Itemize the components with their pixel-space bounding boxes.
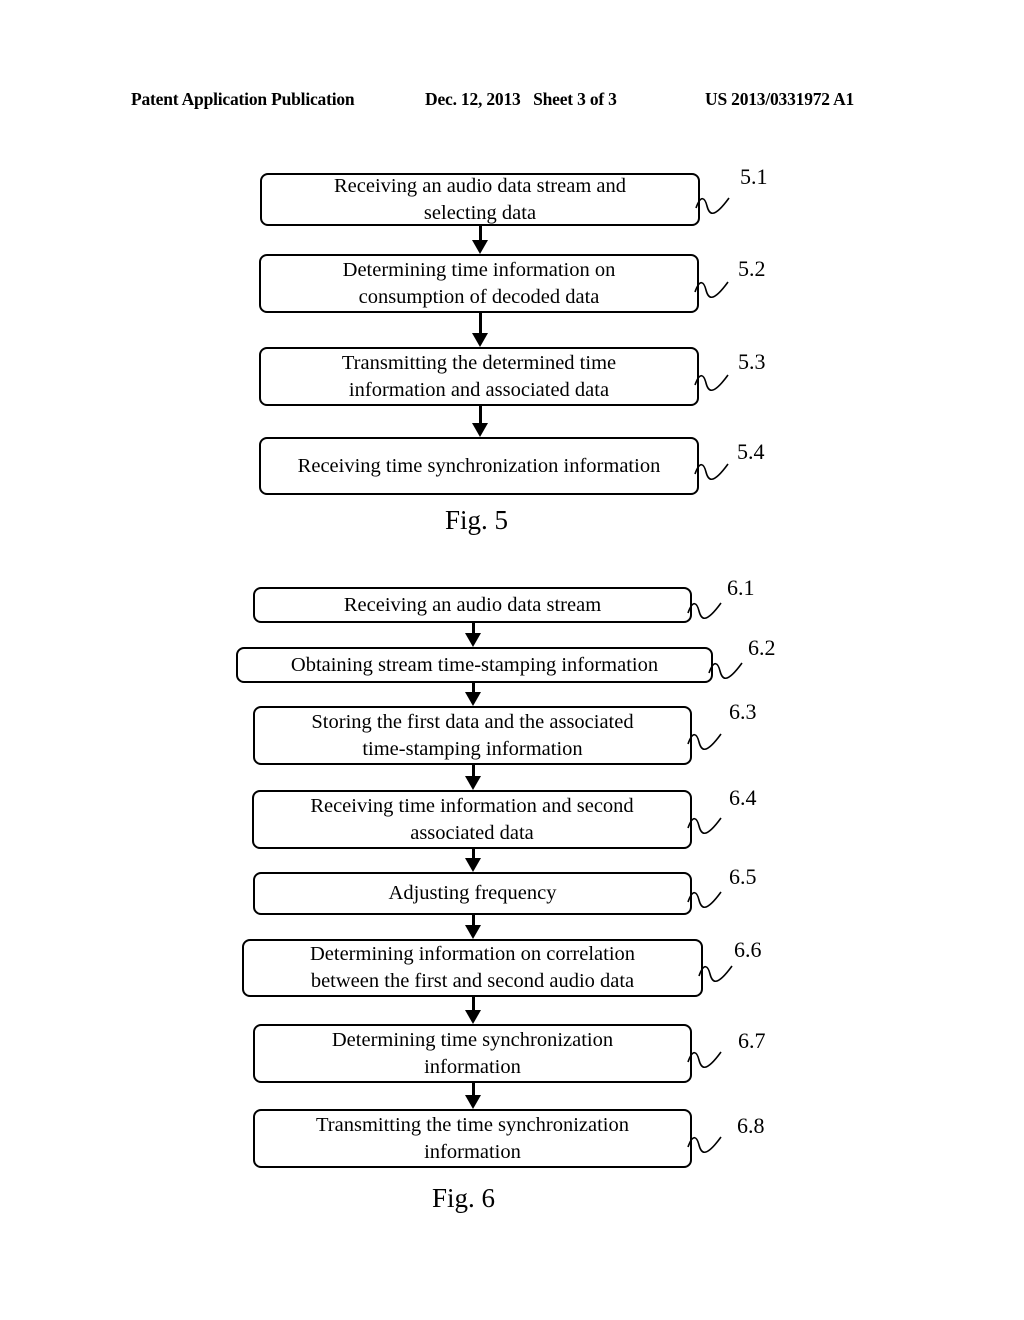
reference-numeral: 6.7 [738,1028,766,1053]
step-label-line: information [424,1055,521,1078]
arrow-head-icon [472,333,488,347]
step-label: Transmitting the determined time informat… [342,350,616,404]
arrow-head-icon [465,858,481,872]
step-label: Receiving time information and second ass… [310,793,633,847]
fig6-step-6-2: Obtaining stream time-stamping informati… [236,647,713,683]
step-label: Receiving an audio data stream [344,592,601,619]
step-label-line: between the first and second audio data [310,970,635,992]
reference-numeral: 6.3 [729,699,757,724]
fig6-caption: Fig. 6 [432,1183,496,1213]
step-label: Adjusting frequency [389,880,557,907]
step-label-line: Determining time information on [342,258,616,281]
fig5-step-5-4: Receiving time synchronization informati… [259,437,699,495]
reference-leader-line [687,891,722,908]
reference-leader-line [695,197,730,214]
fig6-step-6-1: Receiving an audio data stream [253,587,692,623]
step-label: Determining information on correlation be… [310,941,635,995]
header-publication-type: Patent Application Publication [131,89,355,109]
step-label-line: Receiving an audio data stream and [333,174,626,197]
arrow-head-icon [465,925,481,939]
step-label-line: Transmitting the determined time [341,351,617,374]
step-label-line: Receiving time information and second [310,794,634,817]
header-date-sheet: Dec. 12, 2013 Sheet 3 of 3 [425,89,617,109]
reference-numeral: 6.2 [748,635,776,660]
step-label-line: selecting data [423,201,537,224]
step-label-line: Transmitting the time synchronization [316,1113,629,1136]
step-label: Determining time synchronization informat… [332,1027,613,1081]
reference-numeral: 5.3 [738,349,766,374]
reference-numeral: 5.2 [738,256,766,281]
reference-numeral: 6.6 [734,937,762,962]
step-label-line: information and associated data [348,378,610,401]
reference-leader-line [687,602,722,620]
step-label-line: Receiving time synchronization informati… [297,454,661,477]
fig5-step-5-2: Determining time information on consumpti… [259,254,699,313]
reference-leader-line [687,733,722,750]
arrow-head-icon [472,423,488,437]
reference-leader-line [708,662,743,680]
step-label-line: Receiving an audio data stream [343,593,602,616]
header-patent-number: US 2013/0331972 A1 [705,89,855,109]
step-label-line: time-stamping information [362,737,583,760]
step-label-line: Adjusting frequency [388,882,557,904]
arrow-head-icon [465,1010,481,1024]
step-label: Transmitting the time synchronization inf… [316,1112,629,1166]
step-label-line: Determining information on correlation [309,943,636,965]
reference-leader-line [687,1136,722,1153]
arrow-head-icon [465,633,481,647]
step-label-line: information [424,1140,521,1163]
reference-numeral: 5.4 [737,439,765,464]
reference-numeral: 6.8 [737,1113,765,1138]
step-label: Receiving time synchronization informati… [298,453,661,480]
reference-leader-line [694,463,729,481]
reference-leader-line [687,817,722,834]
step-label-line: associated data [410,821,534,844]
fig5-caption: Fig. 5 [445,505,509,535]
step-label: Receiving an audio data stream and select… [334,173,626,227]
arrow-shaft [478,313,482,335]
reference-numeral: 6.5 [729,864,757,889]
reference-leader-line [698,965,733,983]
reference-leader-line [694,374,729,391]
reference-numeral: 6.4 [729,785,757,810]
step-label: Determining time information on consumpti… [343,257,616,311]
fig6-step-6-7: Determining time synchronization informat… [253,1024,692,1083]
reference-numeral: 6.1 [727,575,755,600]
arrow-head-icon [465,776,481,790]
fig5-step-5-1: Receiving an audio data stream and select… [260,173,700,226]
step-label-line: Obtaining stream time-stamping informati… [290,653,659,676]
arrow-head-icon [465,1095,481,1109]
step-label: Obtaining stream time-stamping informati… [291,652,658,679]
step-label: Storing the first data and the associate… [311,709,633,763]
fig6-step-6-8: Transmitting the time synchronization inf… [253,1109,692,1168]
reference-numeral: 5.1 [740,164,768,189]
fig6-step-6-3: Storing the first data and the associate… [253,706,692,765]
reference-leader-line [694,281,729,298]
arrow-head-icon [472,240,488,254]
fig6-step-6-4: Receiving time information and second ass… [252,790,692,849]
reference-leader-line [687,1051,722,1068]
fig6-step-6-6: Determining information on correlation be… [242,939,703,997]
fig5-step-5-3: Transmitting the determined time informat… [259,347,699,406]
step-label-line: Determining time synchronization [331,1028,614,1051]
step-label-line: consumption of decoded data [358,285,600,308]
step-label-line: Storing the first data and the associate… [311,710,634,733]
fig6-step-6-5: Adjusting frequency [253,872,692,915]
arrow-head-icon [465,692,481,706]
